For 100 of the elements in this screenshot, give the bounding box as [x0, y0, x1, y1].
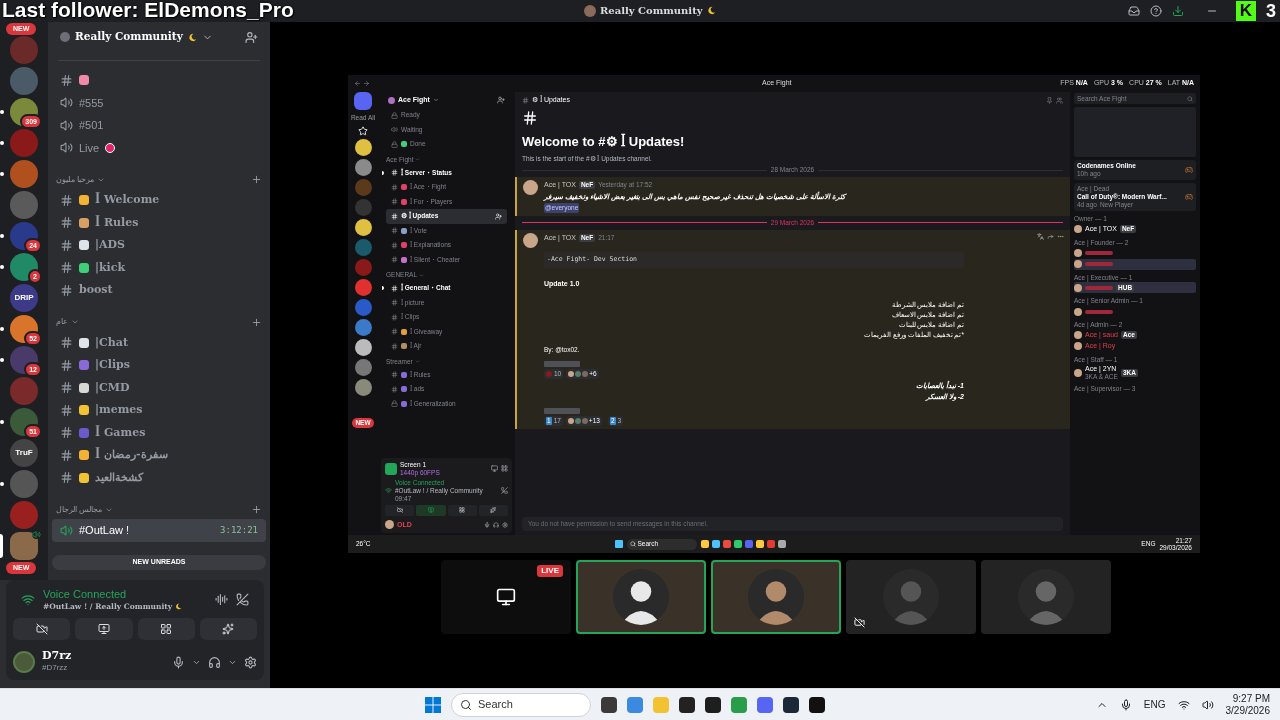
network-icon[interactable]	[1177, 698, 1190, 711]
server-icon[interactable]	[10, 408, 38, 436]
taskbar-app-icon[interactable]	[783, 696, 799, 713]
channel-item[interactable]: #OutLaw ! 3:12:21	[52, 519, 266, 542]
back-arrow-icon[interactable]	[354, 80, 361, 87]
pin-icon[interactable]	[1046, 96, 1053, 104]
taskbar-app-icon[interactable]	[601, 696, 617, 713]
channel-item[interactable]: |ADS	[52, 234, 266, 257]
camera-off-icon	[396, 507, 403, 513]
add-channel-icon[interactable]	[251, 504, 262, 515]
channel-item[interactable]: Live	[52, 136, 266, 159]
start-icon[interactable]	[614, 540, 623, 548]
invite-icon[interactable]	[495, 212, 502, 220]
category-header[interactable]: عام	[48, 312, 270, 332]
server-icon[interactable]	[10, 315, 38, 343]
monitor-icon[interactable]	[491, 465, 498, 472]
language-indicator[interactable]: ENG	[1143, 697, 1166, 712]
taskbar-app-icon[interactable]	[679, 696, 695, 713]
user-avatar[interactable]	[13, 651, 35, 673]
channel-item[interactable]: ꟾ Games	[52, 421, 266, 444]
member-item[interactable]	[1074, 258, 1196, 270]
disconnect-icon[interactable]	[236, 593, 249, 607]
grid-icon	[160, 623, 173, 635]
microphone-icon[interactable]	[1119, 698, 1132, 711]
channel-item[interactable]: #501	[52, 114, 266, 137]
server-icon	[60, 32, 70, 42]
headphones-icon[interactable]	[208, 655, 221, 669]
category-header[interactable]: مرحبا مليون	[48, 170, 270, 189]
participant-tile[interactable]	[576, 560, 706, 634]
hash-icon	[60, 73, 73, 87]
hash-icon	[391, 385, 398, 393]
server-icon[interactable]	[354, 138, 372, 156]
server-icon[interactable]	[10, 253, 38, 281]
microphone-icon[interactable]	[172, 655, 185, 669]
channel-item[interactable]: boost	[52, 279, 266, 302]
translate-icon[interactable]	[1037, 232, 1044, 240]
forward-icon[interactable]	[1047, 232, 1054, 240]
add-channel-icon[interactable]	[251, 174, 262, 185]
channel-item[interactable]: |Chat	[52, 331, 266, 354]
inbox-icon[interactable]	[1128, 5, 1140, 17]
camera-off-button[interactable]	[385, 504, 415, 516]
camera-off-button[interactable]	[13, 618, 71, 640]
channel-item[interactable]: |kick	[52, 256, 266, 279]
hash-icon	[60, 336, 73, 350]
hash-icon	[391, 299, 398, 307]
activities-button[interactable]	[137, 618, 195, 640]
add-channel-icon[interactable]	[251, 316, 262, 328]
server-icon[interactable]	[354, 338, 372, 356]
activities-button[interactable]	[447, 504, 477, 516]
settings-icon[interactable]	[244, 655, 257, 669]
channel-item[interactable]: كشخةالعيد	[52, 466, 266, 489]
members-icon[interactable]	[1056, 96, 1063, 104]
soundboard-button[interactable]	[199, 618, 257, 640]
server-icon[interactable]	[10, 222, 38, 250]
help-icon[interactable]	[1150, 5, 1162, 17]
windows-start-icon[interactable]	[425, 696, 441, 713]
hash-icon	[391, 342, 398, 350]
invite-icon[interactable]	[245, 30, 258, 44]
participant-tile[interactable]: LIVE	[441, 560, 571, 634]
participant-tile[interactable]	[711, 560, 841, 634]
speaker-icon	[60, 523, 73, 537]
hash-icon	[60, 358, 73, 372]
channel-item[interactable]: |memes	[52, 399, 266, 422]
download-icon[interactable]	[1172, 5, 1184, 17]
channel-item[interactable]: ꟾ سفرة-رمضان	[52, 444, 266, 467]
invite-icon[interactable]	[497, 96, 505, 104]
sound-wave-icon[interactable]	[215, 593, 228, 607]
volume-icon[interactable]	[1201, 698, 1214, 711]
participant-tile[interactable]	[846, 560, 976, 634]
username: D7rz	[42, 650, 72, 662]
screen-share-button[interactable]	[75, 618, 133, 640]
channel-item[interactable]: #555	[52, 91, 266, 114]
server-icon[interactable]: DRIP	[10, 284, 38, 312]
discord-home-icon[interactable]	[354, 92, 372, 110]
hash-icon	[60, 193, 73, 207]
category-header[interactable]: مجالس الرجال	[48, 500, 270, 519]
server-icon[interactable]	[354, 378, 372, 396]
search-field[interactable]: Search	[451, 692, 591, 717]
channel-item[interactable]: ꟾ Welcome	[52, 189, 266, 212]
taskbar-app-icon[interactable]	[705, 696, 721, 713]
channel-item[interactable]: ꟾ Rules	[52, 211, 266, 234]
server-icon[interactable]	[354, 158, 372, 176]
disconnect-icon[interactable]	[501, 487, 508, 494]
search-icon	[629, 541, 636, 547]
headphones-icon[interactable]	[493, 521, 499, 528]
channel-item[interactable]: |Clips	[52, 354, 266, 377]
star-icon[interactable]	[358, 125, 368, 136]
speaker-icon	[60, 141, 73, 155]
forward-arrow-icon[interactable]	[363, 80, 370, 87]
taskbar-app-icon[interactable]	[809, 696, 825, 713]
channel-item[interactable]: |CMD	[52, 376, 266, 399]
screen-share-button[interactable]	[416, 504, 446, 516]
soundboard-button[interactable]	[478, 504, 508, 516]
server-header[interactable]: Really Community	[48, 22, 270, 52]
popout-icon[interactable]	[501, 465, 508, 472]
settings-icon[interactable]	[502, 521, 508, 528]
server-icon[interactable]	[10, 346, 38, 374]
server-icon[interactable]: TruF	[10, 439, 38, 467]
participant-tile[interactable]	[981, 560, 1111, 634]
server-icon[interactable]	[354, 218, 372, 236]
